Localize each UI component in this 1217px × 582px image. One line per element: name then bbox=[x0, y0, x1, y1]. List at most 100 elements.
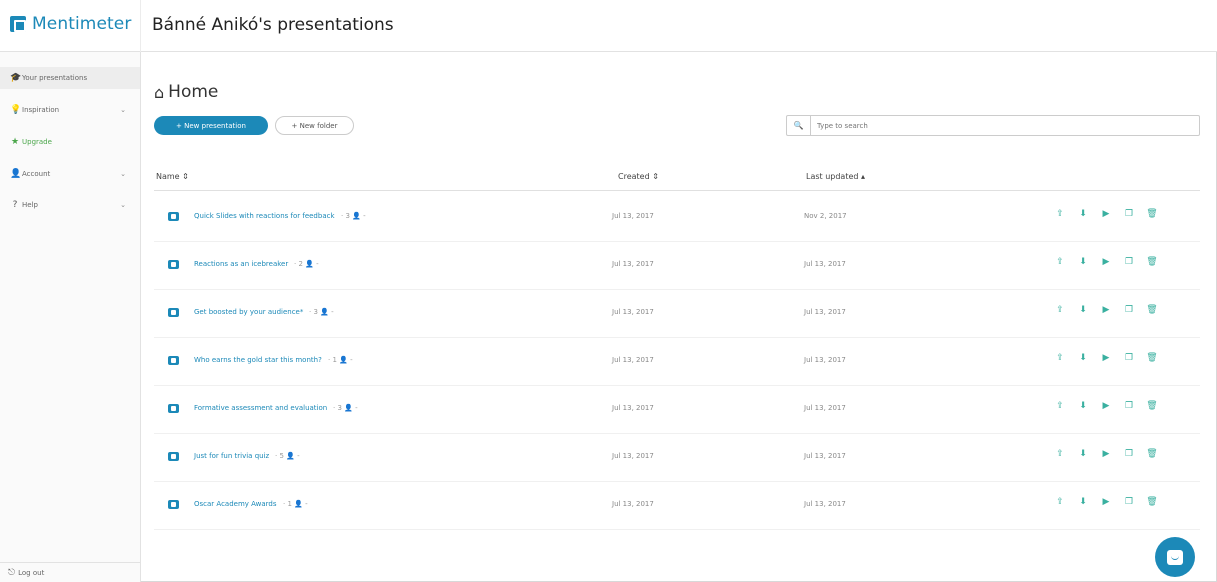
sidebar-item-account[interactable]: 👤 Account ⌄ bbox=[0, 163, 140, 185]
presentation-meta: · 1 👤 - bbox=[283, 500, 308, 508]
share-icon[interactable]: ⇪ bbox=[1054, 497, 1066, 507]
presentation-title-link[interactable]: Quick Slides with reactions for feedback bbox=[194, 212, 335, 220]
search-box: 🔍 bbox=[786, 115, 1200, 136]
table-row[interactable]: Oscar Academy Awards · 1 👤 - Jul 13, 2017 J… bbox=[154, 484, 1200, 530]
share-icon[interactable]: ⇪ bbox=[1054, 305, 1066, 315]
chat-support-button[interactable] bbox=[1155, 537, 1195, 577]
sidebar-item-label: Your presentations bbox=[22, 74, 88, 82]
download-icon[interactable]: ⬇ bbox=[1077, 353, 1089, 363]
table-row[interactable]: Who earns the gold star this month? · 1 👤… bbox=[154, 340, 1200, 386]
created-date: Jul 13, 2017 bbox=[612, 452, 654, 460]
move-to-folder-icon[interactable]: ▶ bbox=[1100, 209, 1112, 219]
home-icon: ⌂ bbox=[154, 82, 165, 102]
last-updated-date: Jul 13, 2017 bbox=[804, 356, 846, 364]
duplicate-icon[interactable]: ❐ bbox=[1123, 449, 1135, 459]
lightbulb-icon: 💡 bbox=[10, 105, 22, 115]
last-updated-date: Jul 13, 2017 bbox=[804, 260, 846, 268]
move-to-folder-icon[interactable]: ▶ bbox=[1100, 401, 1112, 411]
search-icon: 🔍 bbox=[787, 116, 811, 135]
presentation-meta: · 2 👤 - bbox=[294, 260, 319, 268]
table-row[interactable]: Get boosted by your audience* · 3 👤 - Jul … bbox=[154, 292, 1200, 338]
new-presentation-button[interactable]: + New presentation bbox=[154, 116, 268, 135]
sidebar-item-label: Help bbox=[22, 201, 38, 209]
column-header-created[interactable]: Created ⇕ bbox=[618, 172, 659, 181]
delete-icon[interactable]: 🗑 bbox=[1146, 257, 1158, 267]
presentation-title-link[interactable]: Reactions as an icebreaker bbox=[194, 260, 288, 268]
move-to-folder-icon[interactable]: ▶ bbox=[1100, 353, 1112, 363]
logout-button[interactable]: ⎋ Log out bbox=[0, 562, 140, 582]
row-actions: ⇪ ⬇ ▶ ❐ 🗑 bbox=[1054, 209, 1158, 219]
row-actions: ⇪ ⬇ ▶ ❐ 🗑 bbox=[1054, 497, 1158, 507]
table-row[interactable]: Quick Slides with reactions for feedback… bbox=[154, 196, 1200, 242]
download-icon[interactable]: ⬇ bbox=[1077, 497, 1089, 507]
presentation-title-link[interactable]: Get boosted by your audience* bbox=[194, 308, 303, 316]
presentation-icon bbox=[168, 452, 179, 461]
sidebar-item-your-presentations[interactable]: 🎓 Your presentations bbox=[0, 67, 140, 89]
row-actions: ⇪ ⬇ ▶ ❐ 🗑 bbox=[1054, 305, 1158, 315]
table-row[interactable]: Reactions as an icebreaker · 2 👤 - Jul 13,… bbox=[154, 244, 1200, 290]
presentation-title-link[interactable]: Who earns the gold star this month? bbox=[194, 356, 322, 364]
question-icon: ? bbox=[12, 200, 18, 210]
presentation-icon bbox=[168, 308, 179, 317]
row-actions: ⇪ ⬇ ▶ ❐ 🗑 bbox=[1054, 449, 1158, 459]
share-icon[interactable]: ⇪ bbox=[1054, 401, 1066, 411]
presentation-meta: · 3 👤 - bbox=[341, 212, 366, 220]
last-updated-date: Jul 13, 2017 bbox=[804, 500, 846, 508]
presentation-meta: · 3 👤 - bbox=[333, 404, 358, 412]
search-input[interactable] bbox=[811, 121, 1191, 130]
delete-icon[interactable]: 🗑 bbox=[1146, 209, 1158, 219]
sidebar-item-inspiration[interactable]: 💡 Inspiration ⌄ bbox=[0, 99, 140, 121]
download-icon[interactable]: ⬇ bbox=[1077, 305, 1089, 315]
topbar-divider bbox=[140, 0, 141, 52]
presentation-title-link[interactable]: Formative assessment and evaluation bbox=[194, 404, 327, 412]
presentation-icon bbox=[168, 356, 179, 365]
download-icon[interactable]: ⬇ bbox=[1077, 257, 1089, 267]
created-date: Jul 13, 2017 bbox=[612, 356, 654, 364]
delete-icon[interactable]: 🗑 bbox=[1146, 353, 1158, 363]
sidebar-item-upgrade[interactable]: ★ Upgrade bbox=[0, 131, 140, 153]
delete-icon[interactable]: 🗑 bbox=[1146, 497, 1158, 507]
sidebar-item-help[interactable]: ? Help ⌄ bbox=[0, 194, 140, 216]
download-icon[interactable]: ⬇ bbox=[1077, 401, 1089, 411]
row-actions: ⇪ ⬇ ▶ ❐ 🗑 bbox=[1054, 401, 1158, 411]
last-updated-date: Jul 13, 2017 bbox=[804, 308, 846, 316]
move-to-folder-icon[interactable]: ▶ bbox=[1100, 497, 1112, 507]
share-icon[interactable]: ⇪ bbox=[1054, 449, 1066, 459]
top-bar: Mentimeter Bánné Anikó's presentations bbox=[0, 0, 1217, 52]
share-icon[interactable]: ⇪ bbox=[1054, 257, 1066, 267]
logo-text: Mentimeter bbox=[32, 14, 132, 34]
share-icon[interactable]: ⇪ bbox=[1054, 209, 1066, 219]
table-row[interactable]: Just for fun trivia quiz · 5 👤 - Jul 13, 2… bbox=[154, 436, 1200, 482]
page-title: ⌂ Home bbox=[154, 82, 218, 102]
download-icon[interactable]: ⬇ bbox=[1077, 449, 1089, 459]
created-date: Jul 13, 2017 bbox=[612, 500, 654, 508]
delete-icon[interactable]: 🗑 bbox=[1146, 449, 1158, 459]
delete-icon[interactable]: 🗑 bbox=[1146, 401, 1158, 411]
duplicate-icon[interactable]: ❐ bbox=[1123, 257, 1135, 267]
sidebar-item-label: Account bbox=[22, 170, 51, 178]
share-icon[interactable]: ⇪ bbox=[1054, 353, 1066, 363]
table-row[interactable]: Formative assessment and evaluation · 3 👤… bbox=[154, 388, 1200, 434]
move-to-folder-icon[interactable]: ▶ bbox=[1100, 257, 1112, 267]
column-header-last-updated[interactable]: Last updated ▴ bbox=[806, 172, 865, 181]
duplicate-icon[interactable]: ❐ bbox=[1123, 497, 1135, 507]
download-icon[interactable]: ⬇ bbox=[1077, 209, 1089, 219]
column-header-name[interactable]: Name ⇕ bbox=[156, 172, 189, 181]
duplicate-icon[interactable]: ❐ bbox=[1123, 401, 1135, 411]
new-folder-button[interactable]: + New folder bbox=[275, 116, 354, 135]
delete-icon[interactable]: 🗑 bbox=[1146, 305, 1158, 315]
created-date: Jul 13, 2017 bbox=[612, 404, 654, 412]
created-date: Jul 13, 2017 bbox=[612, 212, 654, 220]
duplicate-icon[interactable]: ❐ bbox=[1123, 305, 1135, 315]
presentation-title-link[interactable]: Oscar Academy Awards bbox=[194, 500, 277, 508]
sidebar: 🎓 Your presentations 💡 Inspiration ⌄ ★ U… bbox=[0, 52, 141, 582]
move-to-folder-icon[interactable]: ▶ bbox=[1100, 449, 1112, 459]
star-icon: ★ bbox=[10, 137, 20, 147]
logout-label: Log out bbox=[18, 568, 45, 577]
duplicate-icon[interactable]: ❐ bbox=[1123, 353, 1135, 363]
duplicate-icon[interactable]: ❐ bbox=[1123, 209, 1135, 219]
logout-icon: ⎋ bbox=[8, 567, 16, 578]
presentation-title-link[interactable]: Just for fun trivia quiz bbox=[194, 452, 269, 460]
move-to-folder-icon[interactable]: ▶ bbox=[1100, 305, 1112, 315]
mentimeter-logo[interactable]: Mentimeter bbox=[10, 14, 131, 34]
